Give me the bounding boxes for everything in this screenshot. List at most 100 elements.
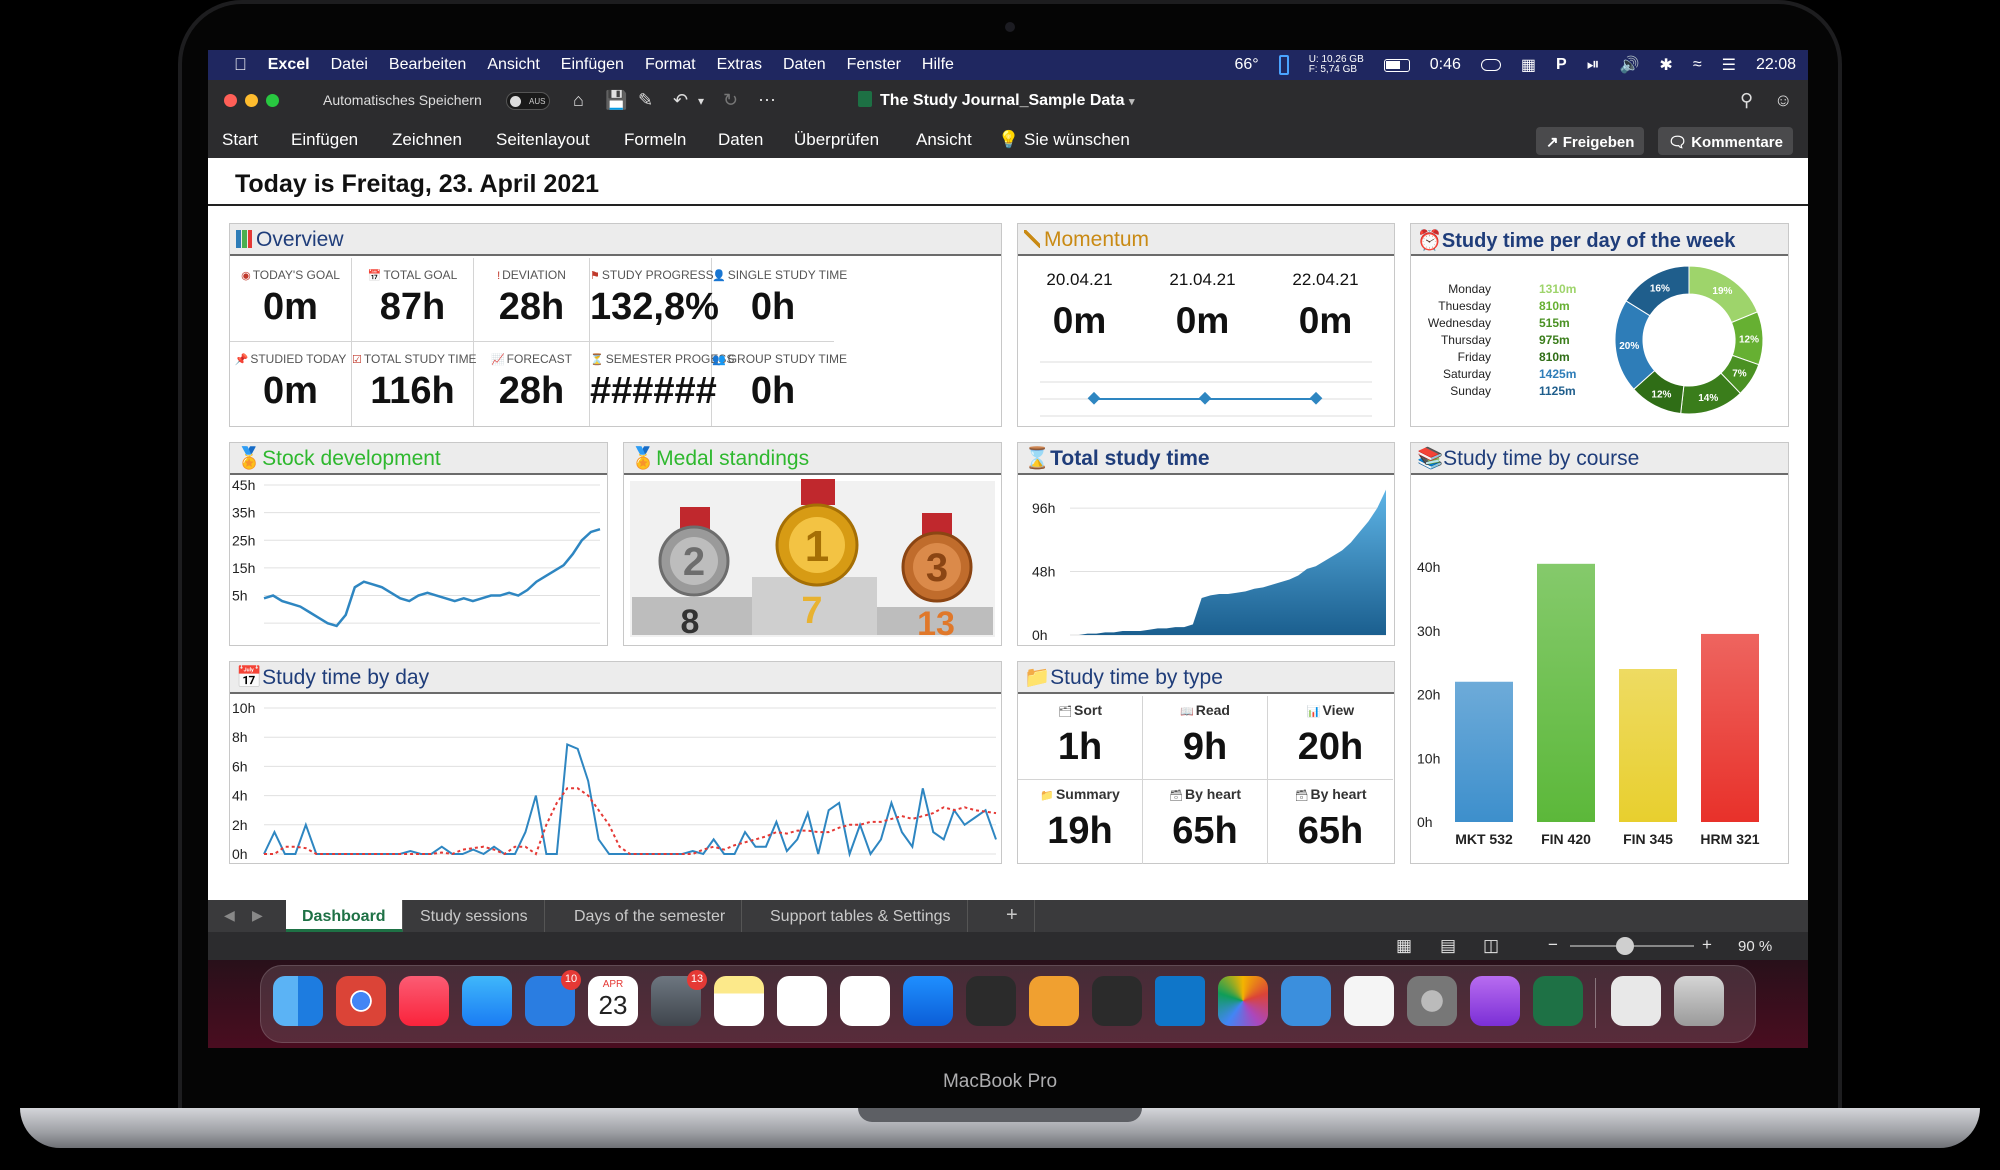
page-break-view-icon[interactable]: ◫ [1483, 936, 1499, 956]
menu-app[interactable]: Excel [268, 56, 310, 74]
tab-days-of-semester[interactable]: Days of the semester [558, 900, 743, 932]
finder-icon[interactable] [273, 976, 323, 1026]
weather-app-icon[interactable]: 13 [651, 970, 707, 1026]
control-center-icon[interactable]: ☰ [1722, 55, 1736, 75]
kpi-label-text: TOTAL STUDY TIME [363, 352, 477, 366]
weekday-header: ⏰Study time per day of the week [1411, 224, 1788, 256]
wifi-icon[interactable]: ≈ [1693, 56, 1702, 74]
close-window-button[interactable] [224, 94, 237, 107]
menu-datei[interactable]: Datei [331, 56, 368, 74]
tell-me-input[interactable]: Sie wünschen [1024, 130, 1130, 150]
preview-icon[interactable] [1281, 976, 1331, 1026]
home-icon[interactable]: ⌂ [573, 90, 584, 111]
zoom-level[interactable]: 90 % [1738, 938, 1772, 955]
omnioutliner-icon[interactable] [1029, 976, 1079, 1026]
document-title-text: The Study Journal_Sample Data [880, 92, 1125, 109]
folder-icon: 📁 [1024, 666, 1051, 689]
parking-icon[interactable]: P [1556, 56, 1567, 74]
smiley-feedback-icon[interactable]: ☺ [1774, 90, 1792, 111]
ribbon-ansicht[interactable]: Ansicht [916, 130, 972, 150]
tes-butterfly-icon[interactable] [966, 976, 1016, 1026]
chrome-icon[interactable] [336, 976, 386, 1026]
tab-support-tables[interactable]: Support tables & Settings [754, 900, 968, 932]
ribbon-formeln[interactable]: Formeln [624, 130, 686, 150]
zoom-slider-thumb[interactable] [1616, 937, 1634, 955]
music-icon[interactable] [399, 976, 449, 1026]
ribbon-start[interactable]: Start [222, 130, 258, 150]
photos-icon[interactable] [1218, 976, 1268, 1026]
zoom-window-button[interactable] [266, 94, 279, 107]
vscode-icon[interactable] [1155, 976, 1205, 1026]
trend-line [264, 787, 997, 856]
undo-icon[interactable]: ↶ [673, 90, 688, 111]
temperature[interactable]: 66° [1235, 56, 1259, 74]
save-as-icon[interactable]: ✎ [638, 90, 653, 111]
ribbon-einfuegen[interactable]: Einfügen [291, 130, 358, 150]
ribbon-ueberpruefen[interactable]: Überprüfen [794, 130, 879, 150]
gold-ribbon [801, 479, 835, 505]
menu-format[interactable]: Format [645, 56, 696, 74]
zoom-out-button[interactable]: − [1548, 935, 1558, 955]
activity-monitor-icon[interactable] [1092, 976, 1142, 1026]
course-label: FIN 345 [1623, 831, 1673, 847]
redo-icon[interactable]: ↻ [723, 90, 738, 111]
autosave-toggle[interactable]: AUS [506, 92, 550, 110]
battery-icon[interactable] [1383, 58, 1410, 72]
kpi-value: ###### [590, 370, 717, 412]
play-icon[interactable]: ⏯ [1587, 56, 1600, 74]
window-layout-icon[interactable]: ▦ [1521, 55, 1536, 75]
zoom-in-button[interactable]: + [1702, 935, 1712, 955]
menu-bearbeiten[interactable]: Bearbeiten [389, 56, 466, 74]
document-title[interactable]: The Study Journal_Sample Data ▾ [858, 91, 1135, 110]
share-button[interactable]: ↗ Freigeben [1536, 127, 1645, 155]
comments-button[interactable]: 🗨 Kommentare [1658, 127, 1793, 155]
menu-einfuegen[interactable]: Einfügen [561, 56, 624, 74]
more-icon[interactable]: ⋯ [758, 90, 776, 111]
normal-view-icon[interactable]: ▦ [1396, 936, 1412, 956]
minimize-window-button[interactable] [245, 94, 258, 107]
bluetooth-icon[interactable]: ✱ [1659, 55, 1672, 75]
calendar-app-icon[interactable]: APR 23 [588, 976, 638, 1026]
weekday-name: Monday [1448, 282, 1491, 296]
system-preferences-icon[interactable] [1407, 976, 1457, 1026]
numbers-icon[interactable] [840, 976, 890, 1026]
trash-icon[interactable] [1674, 976, 1724, 1026]
display-icon[interactable] [1480, 59, 1501, 71]
ribbon-seitenlayout[interactable]: Seitenlayout [496, 130, 590, 150]
menu-daten[interactable]: Daten [783, 56, 826, 74]
page-layout-view-icon[interactable]: ▤ [1440, 936, 1456, 956]
affinity-photo-icon[interactable] [1470, 976, 1520, 1026]
bronze-rank: 3 [926, 546, 948, 590]
menu-hilfe[interactable]: Hilfe [922, 56, 954, 74]
menu-extras[interactable]: Extras [717, 56, 762, 74]
tab-dashboard[interactable]: Dashboard [286, 900, 403, 932]
tab-study-sessions[interactable]: Study sessions [404, 900, 545, 932]
ribbon-daten[interactable]: Daten [718, 130, 763, 150]
clock[interactable]: 22:08 [1756, 56, 1796, 74]
save-icon[interactable]: 💾 [605, 90, 627, 111]
ribbon-zeichnen[interactable]: Zeichnen [392, 130, 462, 150]
disk-usage[interactable]: U: 10,26 GB F: 5,74 GB [1309, 55, 1364, 75]
mail-icon[interactable] [462, 976, 512, 1026]
undo-dropdown-icon[interactable]: ▾ [698, 94, 704, 108]
tab-next-icon[interactable]: ▶ [252, 907, 263, 924]
downloads-stack-icon[interactable] [1611, 976, 1661, 1026]
gold-rank: 1 [805, 522, 829, 571]
search-icon[interactable]: ⚲ [1740, 90, 1753, 111]
apple-menu-icon[interactable]:  [234, 55, 247, 75]
tasks-app-icon[interactable]: 10 [525, 970, 581, 1026]
add-sheet-button[interactable]: + [990, 900, 1035, 932]
pages-icon[interactable] [777, 976, 827, 1026]
battery-time[interactable]: 0:46 [1430, 56, 1461, 74]
excel-icon[interactable] [1533, 976, 1583, 1026]
kpi-value: 116h [370, 370, 455, 412]
volume-icon[interactable]: 🔊 [1620, 55, 1640, 75]
memory-icon[interactable] [1278, 55, 1289, 75]
tab-prev-icon[interactable]: ◀ [224, 907, 235, 924]
keynote-icon[interactable] [903, 976, 953, 1026]
notes-icon[interactable] [714, 976, 764, 1026]
textedit-icon[interactable] [1344, 976, 1394, 1026]
menu-ansicht[interactable]: Ansicht [487, 56, 539, 74]
excel-file-icon [858, 91, 872, 107]
menu-fenster[interactable]: Fenster [847, 56, 901, 74]
